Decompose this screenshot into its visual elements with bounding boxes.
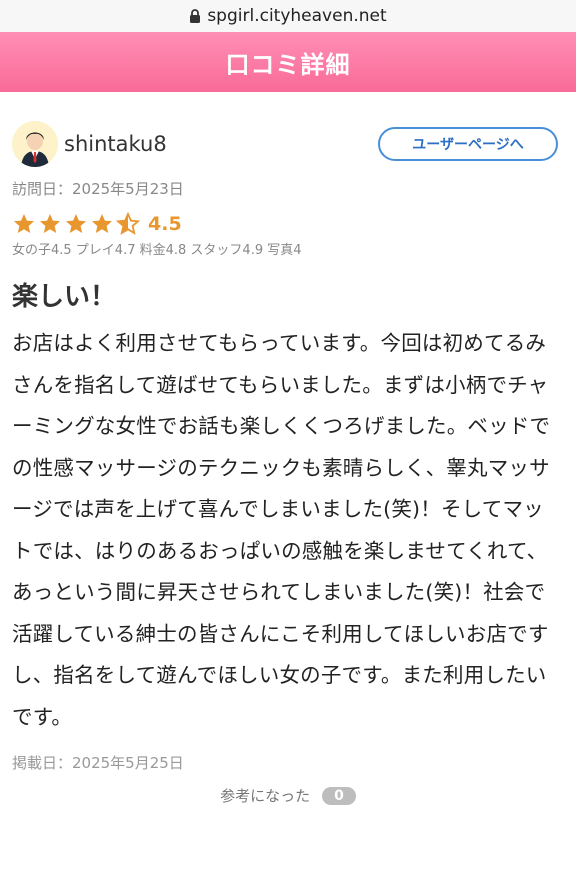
star-icon — [14, 214, 34, 233]
visit-date: 訪問日：2025年5月23日 — [12, 180, 184, 198]
reviewer-row: shintaku8 ユーザーページへ — [12, 120, 564, 168]
sub-scores: 女の子4.5 プレイ4.7 料金4.8 スタッフ4.9 写真4 — [12, 243, 302, 258]
page-title: 口コミ詳細 — [225, 50, 351, 79]
star-rating — [12, 212, 140, 236]
rating-value: 4.5 — [148, 213, 182, 235]
helpful-label[interactable]: 参考になった — [220, 785, 310, 806]
user-page-button[interactable]: ユーザーページへ — [378, 127, 558, 161]
star-icon — [40, 214, 60, 233]
review-content: shintaku8 ユーザーページへ 訪問日：2025年5月23日 4.5 女の… — [0, 120, 576, 806]
lock-icon — [189, 9, 201, 23]
star-icon — [92, 214, 112, 233]
star-icon — [66, 214, 86, 233]
page-header: 口コミ詳細 — [0, 32, 576, 92]
posted-date: 掲載日：2025年5月25日 — [12, 754, 184, 772]
helpful-count-badge[interactable]: 0 — [322, 786, 356, 805]
review-title: 楽しい！ — [12, 282, 117, 312]
browser-url-bar[interactable]: spgirl.cityheaven.net — [0, 0, 576, 32]
review-body: お店はよく利用させてもらっています。今回は初めてるみさんを指名して遊ばせてもらい… — [12, 331, 551, 729]
avatar[interactable] — [12, 121, 58, 167]
rating-row: 4.5 — [12, 211, 564, 237]
helpful-row: 参考になった 0 — [12, 785, 564, 806]
reviewer-name[interactable]: shintaku8 — [64, 132, 167, 156]
half-star-icon — [116, 212, 140, 235]
url-text: spgirl.cityheaven.net — [207, 6, 387, 26]
